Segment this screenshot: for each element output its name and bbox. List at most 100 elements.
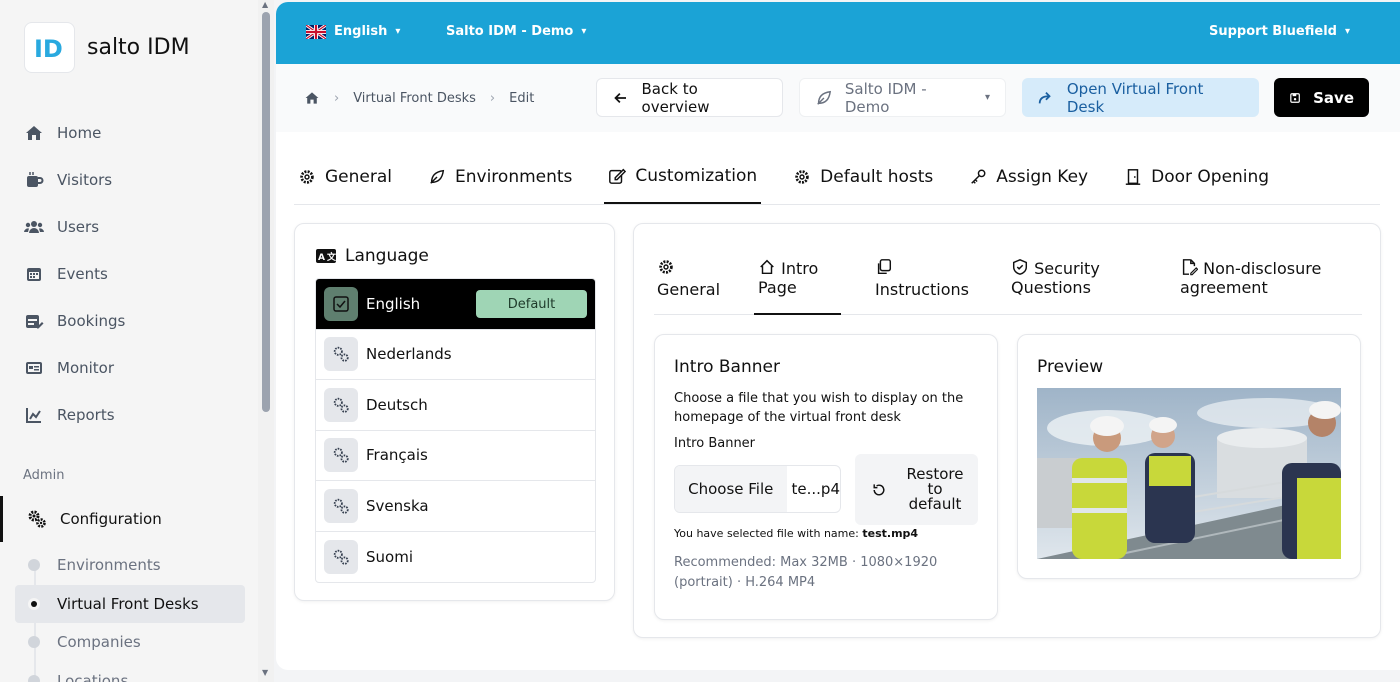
environment-select[interactable]: Salto IDM - Demo ▾ [799, 78, 1006, 117]
subtab-label-line2: Questions [1011, 278, 1091, 297]
scroll-up-arrow-icon[interactable]: ▲ [262, 0, 268, 9]
file-input[interactable]: Choose File te...p4 [674, 465, 841, 513]
user-menu[interactable]: Support Bluefield ▾ [1209, 24, 1350, 39]
gear-icon [795, 169, 809, 184]
gears-icon [324, 438, 358, 473]
sidebar-item-label: Home [57, 123, 102, 142]
sidebar-item-label: Bookings [57, 311, 126, 330]
key-icon [971, 169, 986, 184]
language-selector[interactable]: English ▾ [306, 24, 400, 39]
language-panel-title: A文 Language [315, 246, 429, 266]
tab-general[interactable]: General [294, 149, 396, 204]
panel-title-text: Language [345, 246, 429, 266]
subtab-non-disclosure-agreement[interactable]: Non-disclosure agreement [1180, 258, 1321, 297]
scroll-down-arrow-icon[interactable]: ▼ [262, 668, 268, 677]
subnav-item-environments[interactable]: Environments [15, 546, 245, 585]
intro-banner-card: Intro Banner Choose a file that you wish… [654, 334, 998, 620]
back-to-overview-button[interactable]: Back to overview [596, 78, 783, 117]
subnav-item-locations[interactable]: Locations [15, 662, 245, 682]
floppy-disk-icon [1290, 92, 1300, 103]
language-label: Nederlands [366, 345, 452, 364]
subtab-security-questions[interactable]: Security Questions [1011, 258, 1100, 297]
language-item-svenska[interactable]: Svenska [316, 481, 595, 532]
language-label: Svenska [366, 496, 429, 515]
sidebar-item-label: Visitors [57, 170, 113, 189]
preview-title: Preview [1037, 357, 1104, 377]
file-name-display: te...p4 [791, 480, 840, 498]
home-icon [760, 259, 774, 275]
button-label: Restore to default [906, 465, 964, 513]
svg-text:ID: ID [34, 35, 63, 62]
tab-door-opening[interactable]: Door Opening [1120, 149, 1273, 204]
sidebar-item-home[interactable]: Home [0, 109, 258, 156]
save-button[interactable]: Save [1274, 78, 1369, 117]
sidebar: ID salto IDM Home Visitors Users Events … [0, 0, 258, 682]
organization-label: Salto IDM - Demo [446, 24, 574, 39]
sidebar-item-configuration[interactable]: Configuration [0, 496, 258, 542]
tab-default-hosts[interactable]: Default hosts [789, 149, 937, 204]
home-icon[interactable] [304, 90, 320, 106]
subtab-label: Instructions [875, 280, 969, 299]
subnav-item-virtual-front-desks[interactable]: Virtual Front Desks [15, 584, 245, 623]
sidebar-item-label: Monitor [57, 358, 115, 377]
sidebar-item-users[interactable]: Users [0, 203, 258, 250]
tab-assign-key[interactable]: Assign Key [965, 149, 1092, 204]
choose-file-button[interactable]: Choose File [675, 466, 787, 512]
preview-image [1037, 388, 1341, 559]
monitor-icon [26, 361, 42, 374]
language-label: Deutsch [366, 395, 428, 414]
language-item-deutsch[interactable]: Deutsch [316, 380, 595, 431]
chevron-down-icon: ▾ [395, 26, 401, 37]
subtab-intro-page[interactable]: Intro Page [754, 258, 841, 315]
sidebar-scrollbar[interactable]: ▲ ▼ [258, 0, 274, 682]
main-nav: Home Visitors Users Events Bookings Moni… [0, 109, 258, 438]
language-item-francais[interactable]: Français [316, 431, 595, 481]
intro-banner-field-label: Intro Banner [674, 436, 756, 451]
svg-text:文: 文 [326, 251, 337, 263]
arrow-left-icon [614, 92, 627, 103]
gear-icon [300, 169, 314, 184]
language-label: English [334, 24, 388, 39]
app-logo[interactable]: ID salto IDM [24, 22, 190, 73]
customization-subtabs: General Intro Page Instructions Security… [654, 254, 1362, 315]
subtab-label-line2: Page [758, 278, 797, 297]
restore-to-default-button[interactable]: Restore to default [855, 454, 978, 525]
subnav-label: Virtual Front Desks [57, 594, 199, 613]
subtab-label: Non-disclosure [1203, 259, 1322, 278]
main-tabs: General Environments Customization Defau… [294, 149, 1380, 205]
file-edit-icon [1182, 259, 1199, 276]
language-panel: A文 Language English Default Nederlands D… [294, 223, 615, 601]
subtab-label: Intro [781, 259, 819, 278]
subnav-dot [28, 597, 40, 610]
tab-customization[interactable]: Customization [604, 149, 762, 204]
scroll-thumb[interactable] [262, 12, 270, 412]
organization-selector[interactable]: Salto IDM - Demo ▾ [446, 24, 586, 39]
chevron-down-icon: ▾ [581, 26, 587, 37]
logo-icon: ID [34, 35, 63, 62]
subnav-item-companies[interactable]: Companies [15, 623, 245, 662]
translate-icon: A文 [316, 249, 337, 263]
tab-environments[interactable]: Environments [424, 149, 576, 204]
sidebar-item-events[interactable]: Events [0, 250, 258, 297]
intro-banner-title: Intro Banner [674, 357, 780, 377]
sidebar-item-monitor[interactable]: Monitor [0, 344, 258, 391]
breadcrumb-separator-icon: › [489, 90, 496, 106]
sidebar-item-visitors[interactable]: Visitors [0, 156, 258, 203]
breadcrumb-item-current: Edit [509, 90, 535, 106]
sidebar-item-reports[interactable]: Reports [0, 391, 258, 438]
undo-icon [873, 483, 885, 495]
sidebar-item-bookings[interactable]: Bookings [0, 297, 258, 344]
language-item-suomi[interactable]: Suomi [316, 532, 595, 583]
chevron-down-icon: ▾ [984, 92, 990, 103]
language-item-english[interactable]: English Default [316, 279, 595, 330]
language-item-nederlands[interactable]: Nederlands [316, 330, 595, 380]
action-bar: › Virtual Front Desks › Edit Back to ove… [276, 64, 1400, 132]
subtab-instructions[interactable]: Instructions [875, 258, 969, 299]
subnav-label: Locations [57, 671, 129, 682]
breadcrumb-item[interactable]: Virtual Front Desks [353, 91, 476, 106]
breadcrumb: › Virtual Front Desks › Edit [304, 90, 534, 106]
open-virtual-front-desk-button[interactable]: Open Virtual Front Desk [1022, 78, 1259, 117]
top-bar: English ▾ Salto IDM - Demo ▾ Support Blu… [276, 2, 1400, 64]
language-label: Suomi [366, 547, 413, 566]
subtab-general[interactable]: General [657, 258, 720, 299]
